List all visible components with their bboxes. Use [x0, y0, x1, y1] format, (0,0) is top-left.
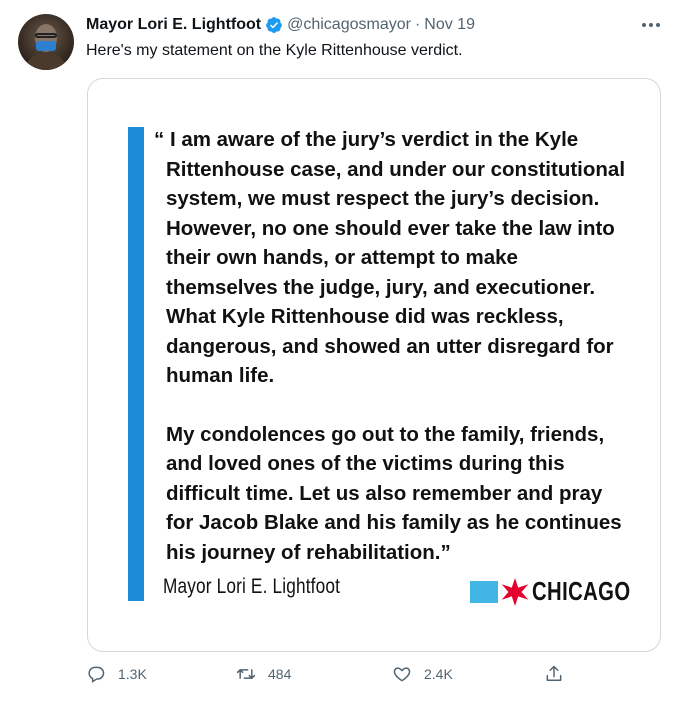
share-icon [546, 665, 562, 681]
statement-card-image[interactable]: “ I am aware of the jury’s verdict in th… [87, 78, 661, 652]
reply-count: 1.3K [118, 666, 147, 682]
chicago-logo: CHICAGO [470, 576, 658, 607]
author-name[interactable]: Mayor Lori E. Lightfoot [86, 16, 261, 34]
separator-dot: · [414, 16, 421, 33]
statement-paragraph-1: “ I am aware of the jury’s verdict in th… [154, 128, 626, 387]
quote-accent-bar [128, 127, 144, 601]
like-icon [393, 667, 411, 682]
reply-icon [88, 666, 105, 683]
like-button[interactable]: 2.4K [392, 664, 453, 684]
verified-badge-icon [266, 17, 282, 33]
tweet-timestamp[interactable]: Nov 19 [424, 16, 475, 34]
chicago-logo-square [470, 580, 498, 603]
reply-button[interactable]: 1.3K [86, 664, 147, 684]
author-avatar[interactable] [18, 14, 74, 70]
retweet-count: 484 [268, 666, 292, 682]
chicago-logo-text: CHICAGO [532, 576, 631, 606]
share-button[interactable] [544, 664, 564, 684]
tweet-text: Here's my statement on the Kyle Rittenho… [86, 42, 463, 59]
tweet-header: Mayor Lori E. Lightfoot @chicagosmayor ·… [86, 16, 475, 34]
more-icon[interactable] [640, 16, 662, 34]
statement-quote: “ I am aware of the jury’s verdict in th… [154, 125, 634, 567]
retweet-button[interactable]: 484 [236, 664, 291, 684]
retweet-icon [236, 669, 256, 679]
statement-paragraph-2: My condolences go out to the family, fri… [166, 422, 622, 564]
tweet-actions: 1.3K 484 2.4K [0, 664, 678, 692]
chicago-star-icon [501, 577, 529, 606]
statement-signature: Mayor Lori E. Lightfoot [163, 575, 341, 598]
like-count: 2.4K [424, 666, 453, 682]
author-handle[interactable]: @chicagosmayor [287, 16, 411, 34]
